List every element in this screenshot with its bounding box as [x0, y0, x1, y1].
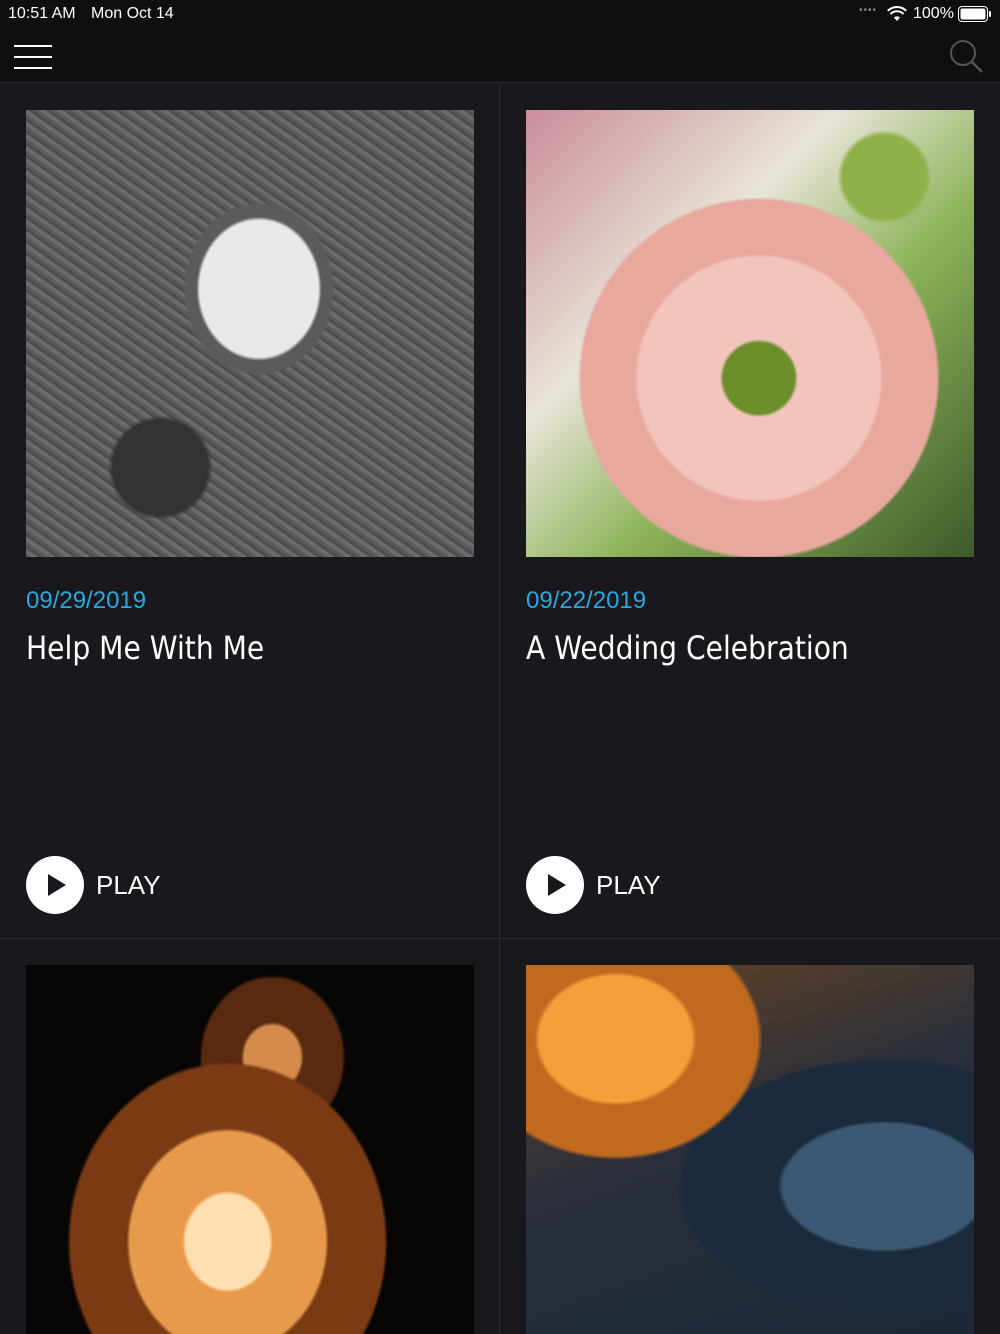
play-icon[interactable]: [526, 856, 584, 914]
episode-card[interactable]: 09/22/2019 A Wedding Celebration PLAY: [500, 83, 1000, 938]
episode-title[interactable]: A Wedding Celebration: [526, 629, 849, 667]
play-button[interactable]: PLAY: [526, 856, 661, 914]
battery-icon: [958, 6, 991, 22]
play-icon[interactable]: [26, 856, 84, 914]
wifi-icon: [887, 6, 907, 21]
episode-card[interactable]: 09/29/2019 Help Me With Me PLAY: [0, 83, 500, 938]
episode-thumbnail[interactable]: [26, 110, 474, 557]
play-label[interactable]: PLAY: [596, 870, 661, 901]
episode-thumbnail[interactable]: [526, 965, 974, 1334]
signal-dots-icon: ••••: [859, 5, 878, 16]
episode-thumbnail[interactable]: [26, 965, 474, 1334]
episode-thumbnail[interactable]: [526, 110, 974, 557]
search-icon[interactable]: [948, 38, 984, 74]
hamburger-menu-icon[interactable]: [14, 43, 52, 69]
episode-card[interactable]: [500, 939, 1000, 1334]
episode-date: 09/29/2019: [26, 587, 147, 614]
episode-date: 09/22/2019: [526, 587, 647, 614]
status-bar: 10:51 AM Mon Oct 14 •••• 100%: [0, 0, 1000, 28]
status-date: Mon Oct 14: [91, 5, 174, 22]
status-time: 10:51 AM: [8, 5, 76, 22]
episode-card[interactable]: [0, 939, 500, 1334]
battery-percentage: 100%: [913, 5, 954, 22]
episode-grid: 09/29/2019 Help Me With Me PLAY 09/22/20…: [0, 83, 1000, 1334]
play-button[interactable]: PLAY: [26, 856, 161, 914]
episode-title[interactable]: Help Me With Me: [26, 629, 264, 667]
nav-bar: [0, 28, 1000, 83]
play-label[interactable]: PLAY: [96, 870, 161, 901]
